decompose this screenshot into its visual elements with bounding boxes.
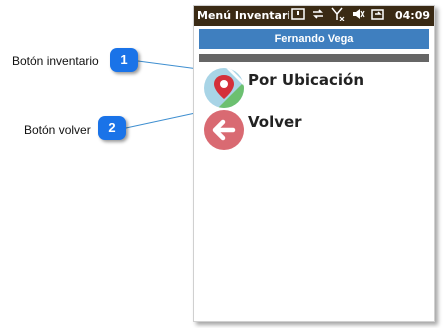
callout-badge-1: 1 — [110, 48, 138, 72]
location-inventory-button[interactable]: Por Ubicación — [204, 68, 364, 108]
sync-icon[interactable] — [310, 7, 326, 23]
callout-label-1: Botón inventario — [12, 54, 99, 68]
arrow-left-icon — [204, 110, 244, 150]
header-divider — [199, 54, 429, 62]
device-screen: Menú Inventario 04:09 Fernando Vega Por … — [193, 5, 435, 322]
user-name-header: Fernando Vega — [199, 29, 429, 49]
back-label: Volver — [248, 113, 302, 131]
clock[interactable]: 04:09 — [395, 9, 430, 22]
window-title[interactable]: Menú Inventario — [197, 9, 289, 22]
callout-label-2: Botón volver — [24, 123, 91, 137]
sip-icon[interactable] — [290, 7, 306, 23]
battery-charging-icon[interactable] — [370, 7, 386, 23]
volume-mute-icon[interactable] — [350, 7, 366, 23]
map-pin-icon — [204, 68, 244, 108]
callout-badge-2: 2 — [98, 116, 126, 140]
leader-line-2 — [125, 111, 201, 129]
back-button[interactable]: Volver — [204, 110, 302, 150]
location-inventory-label: Por Ubicación — [248, 71, 365, 89]
status-icons — [290, 7, 386, 23]
signal-off-icon[interactable] — [330, 7, 346, 23]
status-bar: Menú Inventario 04:09 — [194, 6, 434, 26]
